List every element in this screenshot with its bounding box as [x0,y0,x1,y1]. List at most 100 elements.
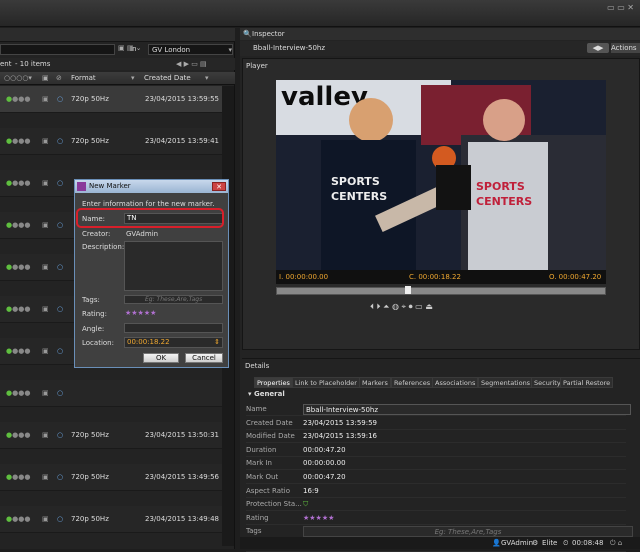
svg-text:CENTERS: CENTERS [476,195,532,208]
property-value[interactable]: 16:9 [303,485,319,498]
inspector-header: 🔍 Inspector [240,28,640,40]
clip-title: Bball-Interview-50hz [253,44,326,52]
inspector-title: Inspector [252,30,285,38]
property-value[interactable]: 00:00:00.00 [303,457,346,470]
property-value[interactable]: 23/04/2015 13:59:59 [303,417,377,430]
tab-partial-restore[interactable]: Partial Restore [560,377,614,388]
state-icon: ○ [57,179,64,187]
location-field[interactable]: 00:00:18.22 ⇕ [124,337,223,348]
details-title: Details [245,362,270,370]
property-row: Protection Sta... ⛉ [246,498,626,512]
property-value[interactable]: 00:00:47.20 [303,471,346,484]
table-row[interactable]: ●●●● ▣ ○ 720p 50Hz 23/04/2015 13:59:55 [0,86,222,113]
status-dots: ●●●● [6,473,31,481]
state-icon: ○ [57,263,64,271]
status-dots: ●●●● [6,95,31,103]
clip-bar: Bball-Interview-50hz ◀▶ Actions [240,41,640,56]
status-dots: ●●●● [6,179,31,187]
search-input[interactable] [0,44,115,55]
window-controls[interactable]: ▭ ▭ ✕ [607,3,634,12]
row-date: 23/04/2015 13:59:55 [145,95,220,103]
general-group[interactable]: ▾ General [248,390,285,398]
power-icon[interactable]: ⏻ ⌂ [610,537,622,549]
tab-security[interactable]: Security [531,377,564,388]
nav-arrows[interactable]: ◀▶ [587,43,609,53]
dialog-prompt: Enter information for the new marker. [82,200,215,208]
location-select[interactable]: GV London ▾ [148,44,233,55]
status-bar: 👤 GVAdmin ⚙ Elite ⏲ 00:08:48 ⏻ ⌂ [240,537,640,549]
tab-link-placeholder[interactable]: Link to Placeholder [292,377,360,388]
highlight-annotation [76,208,224,228]
created-col[interactable]: Created Date [144,72,191,85]
status-col[interactable]: ○○○○▾ [4,72,32,85]
tc-in[interactable]: I. 00:00:00.00 [279,270,328,284]
scrub-bar[interactable] [276,286,606,295]
state-icon: ○ [57,95,64,103]
location-label: Location: [82,339,114,347]
sort-icon[interactable]: ▾ [205,72,209,85]
table-row[interactable]: ●●●● ▣ ○ 720p 50Hz 23/04/2015 13:49:56 [0,464,222,491]
tab-references[interactable]: References [391,377,434,388]
property-value[interactable]: 00:00:47.20 [303,444,346,457]
asset-type-icon: ▣ [42,515,49,523]
table-row[interactable]: ●●●● ▣ ○ 720p 50Hz 23/04/2015 13:59:41 [0,128,222,155]
actions-button[interactable]: Actions [611,43,640,53]
tab-markers[interactable]: Markers [359,377,391,388]
description-label: Description: [82,243,125,251]
type-col[interactable]: ▣ [42,72,49,85]
row-date: 23/04/2015 13:50:31 [145,431,220,439]
state-col[interactable]: ⊘ [56,72,62,85]
property-row: Name Bball-Interview-50hz [246,403,631,416]
tags-field[interactable]: Eg: These,Are,Tags [303,526,633,538]
playhead[interactable] [405,286,411,294]
asset-type-icon: ▣ [42,473,49,481]
angle-field[interactable] [124,323,223,333]
property-key: Aspect Ratio [246,486,290,495]
description-field[interactable] [124,241,223,291]
close-icon[interactable]: ✕ [212,182,226,191]
pager-icons[interactable]: ◀ ▶ ▭ ▤ [176,58,207,70]
format-col[interactable]: Format [71,72,96,85]
tc-out[interactable]: O. 00:00:47.20 [549,270,601,284]
row-date: 23/04/2015 13:59:41 [145,137,220,145]
rating-stars[interactable]: ★★★★★ [303,512,334,525]
property-row: Modified Date 23/04/2015 13:59:16 [246,430,626,444]
asset-type-icon: ▣ [42,389,49,397]
asset-type-icon: ▣ [42,263,49,271]
property-key: Rating [246,513,269,522]
property-value[interactable]: 23/04/2015 13:59:16 [303,430,377,443]
tags-label: Tags: [82,296,100,304]
sort-icon[interactable]: ▾ [131,72,135,85]
tab-associations[interactable]: Associations [432,377,479,388]
table-row[interactable]: ●●●● ▣ ○ 720p 50Hz 23/04/2015 13:50:31 [0,422,222,449]
state-icon: ○ [57,389,64,397]
tab-properties[interactable]: Properties [254,377,293,388]
table-row[interactable]: ●●●● ▣ ○ [0,380,222,407]
items-count-bar: ent - 10 items ◀ ▶ ▭ ▤ [0,58,235,70]
tags-field[interactable]: Eg: These,Are,Tags [124,295,223,304]
video-frame[interactable]: valley SPORTS CENTERS SPORTS CENTERS [276,80,606,270]
in-label: In [130,45,137,53]
row-format: 720p 50Hz [71,473,109,481]
table-row[interactable]: ●●●● ▣ ○ 720p 50Hz 23/04/2015 13:49:48 [0,506,222,533]
property-value[interactable]: Bball-Interview-50hz [303,404,631,415]
ok-button[interactable]: OK [143,353,179,363]
rating-stars[interactable]: ★★★★★ [125,309,156,317]
transport-controls[interactable]: ⏴ ⏵ ⏶ ◍ ⌖ ⏺ ▭ ⏏ [370,302,530,314]
svg-text:SPORTS: SPORTS [476,180,525,193]
svg-text:SPORTS: SPORTS [331,175,380,188]
asset-type-icon: ▣ [42,221,49,229]
cancel-button[interactable]: Cancel [185,353,223,363]
status-dots: ●●●● [6,515,31,523]
tab-segmentations[interactable]: Segmentations [478,377,534,388]
row-format: 720p 50Hz [71,137,109,145]
status-dots: ●●●● [6,263,31,271]
row-date: 23/04/2015 13:49:48 [145,515,220,523]
user-icon: 👤 [492,539,501,547]
property-row: Created Date 23/04/2015 13:59:59 [246,417,626,430]
tc-current[interactable]: C. 00:00:18.22 [409,270,461,284]
creator-label: Creator: [82,230,111,238]
state-icon: ○ [57,221,64,229]
property-key: Mark In [246,459,272,468]
column-header: ○○○○▾ ▣ ⊘ Format ▾ Created Date ▾ [0,72,235,85]
